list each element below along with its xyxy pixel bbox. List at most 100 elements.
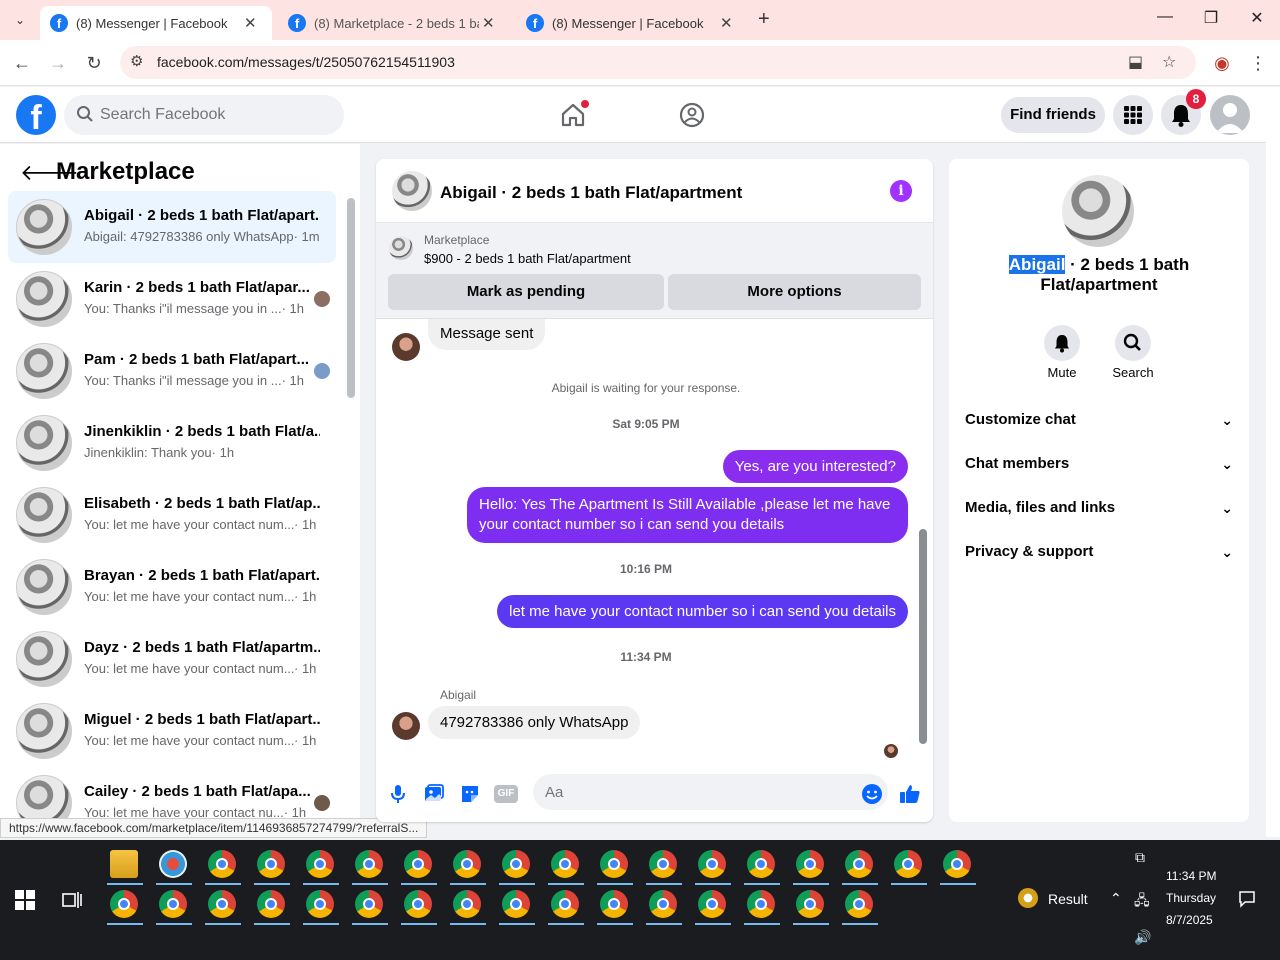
- facebook-logo-icon[interactable]: f: [16, 95, 56, 135]
- result-label[interactable]: Result: [1048, 891, 1088, 907]
- mute-button[interactable]: [1044, 325, 1080, 361]
- chrome-center-icon: [804, 858, 816, 870]
- conversation-item[interactable]: Miguel · 2 beds 1 bath Flat/apart... You…: [8, 695, 336, 767]
- site-settings-icon[interactable]: ⚙: [130, 52, 143, 70]
- window-close-icon[interactable]: ✕: [1242, 8, 1272, 28]
- back-arrow-icon[interactable]: ←: [10, 51, 34, 75]
- find-friends-button[interactable]: Find friends: [1001, 97, 1105, 133]
- clock-day[interactable]: Thursday: [1166, 891, 1216, 905]
- thumbs-up-icon[interactable]: [898, 782, 922, 806]
- tab-title: (8) Marketplace - 2 beds 1 bath: [314, 15, 479, 31]
- message-input[interactable]: [533, 774, 888, 810]
- running-app-indicator: [793, 883, 829, 885]
- listing-thumbnail: [16, 199, 72, 255]
- listing-title[interactable]: $900 - 2 beds 1 bath Flat/apartment: [424, 251, 631, 266]
- conversation-item[interactable]: Abigail · 2 beds 1 bath Flat/apart... Ab…: [8, 191, 336, 263]
- browser-menu-icon[interactable]: ⋮: [1246, 51, 1270, 75]
- chrome-center-icon: [706, 898, 718, 910]
- install-app-icon[interactable]: ⬓: [1128, 52, 1143, 72]
- action-center-icon[interactable]: [1238, 890, 1256, 908]
- meet-now-icon[interactable]: ⧉: [1135, 849, 1145, 866]
- conversation-preview: Abigail: 4792783386 only WhatsApp· 1m: [84, 229, 320, 244]
- media-files-links-section[interactable]: Media, files and links ⌄: [965, 486, 1233, 530]
- minimize-icon[interactable]: —: [1150, 8, 1180, 26]
- more-options-button[interactable]: More options: [668, 274, 921, 310]
- reload-icon[interactable]: ↻: [82, 51, 106, 75]
- chrome-center-icon: [167, 898, 179, 910]
- marketplace-label: Marketplace: [424, 233, 490, 247]
- tab-close-icon[interactable]: ✕: [241, 14, 260, 32]
- search-in-chat-button[interactable]: [1115, 325, 1151, 361]
- forward-arrow-icon[interactable]: →: [46, 51, 70, 75]
- address-url[interactable]: facebook.com/messages/t/2505076215451190…: [157, 54, 455, 70]
- gif-icon[interactable]: GIF: [494, 785, 518, 803]
- listing-thumbnail: [16, 559, 72, 615]
- privacy-support-section[interactable]: Privacy & support ⌄: [965, 530, 1233, 574]
- emoji-icon[interactable]: [860, 782, 884, 806]
- new-tab-plus-icon[interactable]: +: [758, 8, 770, 31]
- windows-start-icon[interactable]: [15, 890, 35, 910]
- info-icon[interactable]: i: [890, 180, 912, 202]
- running-app-indicator: [205, 883, 241, 885]
- address-bar[interactable]: ⚙ facebook.com/messages/t/25050762154511…: [120, 46, 1196, 79]
- mark-as-pending-button[interactable]: Mark as pending: [388, 274, 664, 310]
- bookmark-star-icon[interactable]: ☆: [1162, 52, 1176, 72]
- sidebar-scrollbar[interactable]: [347, 198, 355, 398]
- chrome-center-icon: [608, 898, 620, 910]
- conversation-item[interactable]: Pam · 2 beds 1 bath Flat/apart... You: T…: [8, 335, 336, 407]
- paint-app-icon[interactable]: [159, 850, 187, 878]
- conversation-name: Cailey · 2 beds 1 bath Flat/apa...: [84, 783, 311, 800]
- conversation-item[interactable]: Karin · 2 beds 1 bath Flat/apar... You: …: [8, 263, 336, 335]
- task-view-icon[interactable]: [62, 890, 82, 910]
- network-icon[interactable]: 🖧: [1134, 890, 1150, 914]
- timestamp: Sat 9:05 PM: [612, 417, 680, 431]
- conversation-item[interactable]: Elisabeth · 2 beds 1 bath Flat/ap... You…: [8, 479, 336, 551]
- microphone-icon[interactable]: [386, 782, 410, 806]
- running-app-indicator: [401, 923, 437, 925]
- browser-tab-2[interactable]: f (8) Marketplace - 2 beds 1 bath ✕: [278, 6, 510, 40]
- customize-chat-section[interactable]: Customize chat ⌄: [965, 398, 1233, 442]
- contact-avatar[interactable]: [1062, 175, 1134, 247]
- show-hidden-icons-icon[interactable]: ⌃: [1110, 890, 1122, 907]
- tab-title: (8) Messenger | Facebook: [552, 15, 704, 31]
- bell-icon: [1055, 335, 1069, 353]
- clock-date[interactable]: 8/7/2025: [1166, 913, 1213, 927]
- conversation-item[interactable]: Jinenkiklin · 2 beds 1 bath Flat/a... Ji…: [8, 407, 336, 479]
- chat-members-section[interactable]: Chat members ⌄: [965, 442, 1233, 486]
- tab-close-icon[interactable]: ✕: [479, 14, 498, 32]
- tab-search-chevron-icon[interactable]: ⌄: [8, 8, 32, 32]
- menu-grid-button[interactable]: [1113, 95, 1153, 135]
- tab-close-icon[interactable]: ✕: [717, 14, 736, 32]
- seen-avatar: [314, 291, 330, 307]
- sidebar-title: Marketplace: [56, 158, 195, 185]
- photo-icon[interactable]: [422, 782, 446, 806]
- file-explorer-icon[interactable]: [110, 850, 138, 878]
- conversation-item[interactable]: Dayz · 2 beds 1 bath Flat/apartm... You:…: [8, 623, 336, 695]
- marketplace-sidebar: 🡐 Marketplace Abigail · 2 beds 1 bath Fl…: [0, 144, 360, 837]
- conversation-item[interactable]: Brayan · 2 beds 1 bath Flat/apart... You…: [8, 551, 336, 623]
- chat-title[interactable]: Abigail · 2 beds 1 bath Flat/apartment: [440, 183, 742, 203]
- page-scrollbar[interactable]: [1266, 87, 1280, 837]
- profile-icon[interactable]: ◉: [1210, 51, 1234, 75]
- clock-time[interactable]: 11:34 PM: [1166, 869, 1216, 883]
- restore-icon[interactable]: ❐: [1196, 8, 1226, 28]
- browser-toolbar: ← → ↻ ⚙ facebook.com/messages/t/25050762…: [0, 40, 1280, 86]
- account-avatar[interactable]: [1210, 95, 1250, 135]
- conversation-name: Karin · 2 beds 1 bath Flat/apar...: [84, 279, 310, 296]
- groups-icon[interactable]: [678, 101, 706, 129]
- chat-scrollbar[interactable]: [919, 529, 927, 744]
- chrome-center-icon: [412, 858, 424, 870]
- chat-avatar[interactable]: [392, 171, 432, 211]
- conversation-name: Dayz · 2 beds 1 bath Flat/apartm...: [84, 639, 320, 656]
- sticker-icon[interactable]: [458, 782, 482, 806]
- chat-panel: Abigail · 2 beds 1 bath Flat/apartment i…: [376, 159, 933, 822]
- chrome-center-icon: [853, 898, 865, 910]
- conversation-preview: You: Thanks i"il message you in ...· 1h: [84, 373, 304, 388]
- facebook-search-input[interactable]: [100, 95, 330, 135]
- browser-tab-1[interactable]: f (8) Messenger | Facebook ✕: [40, 6, 272, 40]
- running-app-indicator: [744, 883, 780, 885]
- facebook-search[interactable]: [64, 95, 344, 135]
- browser-tab-3[interactable]: f (8) Messenger | Facebook ✕: [516, 6, 748, 40]
- listing-thumbnail[interactable]: [389, 236, 413, 260]
- volume-icon[interactable]: 🔊: [1134, 929, 1151, 946]
